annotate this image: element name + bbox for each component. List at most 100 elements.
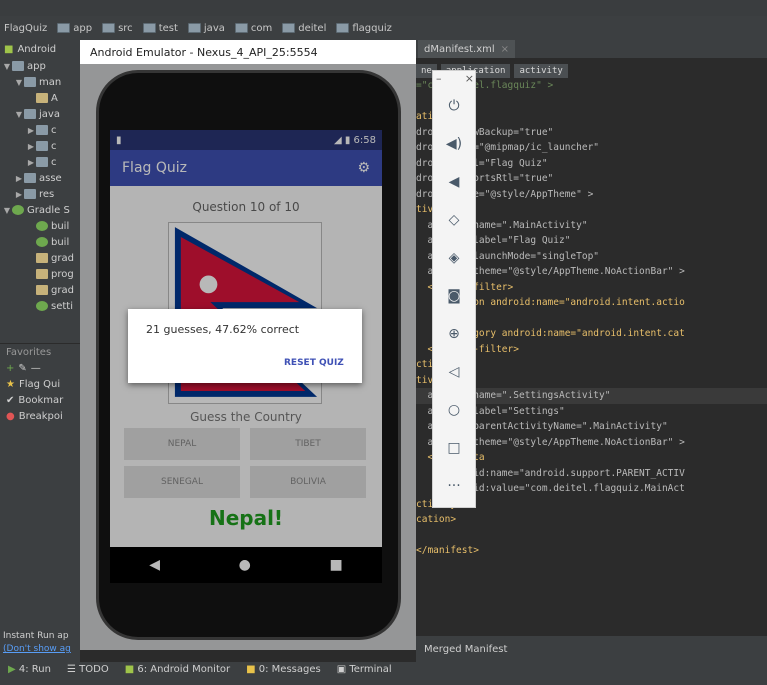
terminal-tool-button[interactable]: ▣ Terminal	[337, 664, 392, 675]
camera-icon[interactable]: ◙	[440, 284, 468, 308]
expand-toggle-icon[interactable]: ▶	[14, 190, 24, 199]
volume-up-icon[interactable]: ◀)	[440, 132, 468, 156]
tool-label: Terminal	[349, 664, 392, 675]
tool-label: 0: Messages	[258, 664, 321, 675]
code-line: cation>	[416, 514, 457, 525]
breadcrumb-src[interactable]: src	[102, 23, 133, 34]
dont-show-again-link[interactable]: (Don't show ag	[3, 643, 77, 656]
volume-down-icon[interactable]: ◀	[440, 170, 468, 194]
expand-toggle-icon[interactable]: ▼	[14, 110, 24, 119]
tree-item[interactable]: A	[0, 90, 80, 106]
check-icon: ✔	[6, 394, 15, 406]
tree-item[interactable]: buil	[0, 234, 80, 250]
add-icon[interactable]: +	[6, 363, 14, 374]
ide-status-bar	[0, 677, 767, 685]
project-view-selector[interactable]: ■ Android	[0, 40, 80, 58]
remove-icon[interactable]: —	[31, 363, 41, 374]
tree-item[interactable]: prog	[0, 266, 80, 282]
instant-run-notice: Instant Run ap (Don't show ag	[0, 628, 80, 662]
breadcrumb-java[interactable]: java	[187, 22, 225, 34]
quiz-result-dialog	[128, 309, 362, 383]
tree-item[interactable]: ▶ c	[0, 138, 80, 154]
expand-toggle-icon[interactable]: ▼	[14, 78, 24, 87]
breadcrumb-deitel[interactable]: deitel	[282, 23, 326, 34]
tree-item-label: java	[39, 108, 60, 120]
tree-item[interactable]: ▶ res	[0, 186, 80, 202]
more-icon[interactable]: ···	[440, 474, 468, 498]
tab-label: dManifest.xml	[424, 43, 495, 55]
tree-item[interactable]: ▼ java	[0, 106, 80, 122]
breadcrumb-app[interactable]: app	[57, 23, 92, 34]
close-icon[interactable]: ×	[501, 44, 509, 55]
tab-merged-manifest[interactable]: Merged Manifest	[416, 636, 767, 662]
favorites-panel: Favorites + ✎ — ★ Flag Qui ✔ Bookmar ● Breakp…	[0, 343, 80, 628]
tree-item[interactable]: setti	[0, 298, 80, 314]
tab-android-manifest[interactable]: dManifest.xml ×	[418, 40, 516, 58]
ide-title-strip	[0, 0, 767, 16]
tree-item-label: c	[51, 124, 57, 136]
star-icon: ★	[6, 378, 15, 390]
expand-toggle-icon[interactable]: ▶	[26, 158, 36, 167]
zoom-icon[interactable]: ⊕	[440, 322, 468, 346]
tree-item[interactable]: buil	[0, 218, 80, 234]
tree-item-label: buil	[51, 220, 70, 232]
breadcrumb-label: java	[203, 22, 225, 34]
home-icon[interactable]: ○	[440, 398, 468, 422]
run-tool-button[interactable]: ▶ 4: Run	[8, 664, 51, 675]
rotate-left-icon[interactable]: ◇	[440, 208, 468, 232]
rotate-right-icon[interactable]: ◈	[440, 246, 468, 270]
tool-label: 6: Android Monitor	[137, 664, 231, 675]
tree-item[interactable]: grad	[0, 282, 80, 298]
folder-icon	[24, 109, 36, 119]
android-monitor-tool-button[interactable]: ■ 6: Android Monitor	[125, 664, 230, 675]
emulator-title-bar[interactable]: Android Emulator - Nexus_4_API_25:5554	[80, 40, 416, 64]
breadcrumb-test[interactable]: test	[142, 23, 178, 34]
merged-manifest-label: Merged Manifest	[424, 643, 508, 655]
overview-icon[interactable]: □	[440, 436, 468, 460]
breadcrumb-flagquiz-package[interactable]: flagquiz	[336, 23, 392, 34]
tree-item[interactable]: ▶ c	[0, 154, 80, 170]
emulator-title: Android Emulator - Nexus_4_API_25:5554	[90, 45, 318, 59]
favorite-item[interactable]: ✔ Bookmar	[0, 392, 80, 408]
folder-icon	[187, 23, 201, 33]
expand-toggle-icon[interactable]: ▼	[2, 206, 12, 215]
breadcrumb-label: deitel	[298, 22, 327, 34]
tool-label: 4: Run	[18, 664, 51, 675]
breadcrumb-label: com	[250, 22, 273, 34]
favorite-item[interactable]: ● Breakpoi	[0, 408, 80, 424]
tree-item[interactable]: grad	[0, 250, 80, 266]
favorites-title: Favorites	[6, 346, 52, 358]
expand-toggle-icon[interactable]: ▼	[2, 62, 12, 71]
gradle-icon	[12, 205, 24, 215]
favorite-item[interactable]: ★ Flag Qui	[0, 376, 80, 392]
tree-item[interactable]: ▼ app	[0, 58, 80, 74]
tree-item-label: c	[51, 156, 57, 168]
edit-icon[interactable]: ✎	[18, 363, 26, 374]
expand-toggle-icon[interactable]: ▶	[26, 126, 36, 135]
gradle-icon	[36, 237, 48, 247]
messages-tool-button[interactable]: ■ 0: Messages	[246, 664, 321, 675]
tree-item[interactable]: ▼ man	[0, 74, 80, 90]
reset-quiz-button[interactable]: RESET QUIZ	[284, 358, 344, 368]
gradle-icon	[36, 221, 48, 231]
tree-item[interactable]: ▶ asse	[0, 170, 80, 186]
folder-icon	[282, 23, 296, 33]
android-icon: ■	[4, 43, 14, 55]
tree-item[interactable]: ▶ c	[0, 122, 80, 138]
breadcrumb-flagquiz[interactable]: FlagQuiz	[4, 23, 47, 34]
close-icon[interactable]: ×	[465, 72, 474, 85]
terminal-icon: ▣	[336, 664, 347, 675]
xml-breadcrumb-activity[interactable]: activity	[514, 64, 568, 78]
breadcrumb-label: src	[118, 22, 133, 34]
power-icon[interactable]: ⏻	[440, 94, 468, 118]
todo-tool-button[interactable]: ☰ TODO	[67, 664, 109, 675]
breadcrumb-com[interactable]: com	[234, 22, 273, 34]
back-icon[interactable]: ◁	[440, 360, 468, 384]
minimize-icon[interactable]: –	[436, 72, 442, 85]
expand-toggle-icon[interactable]: ▶	[14, 174, 24, 183]
tree-item[interactable]: ▼ Gradle S	[0, 202, 80, 218]
expand-toggle-icon[interactable]: ▶	[26, 142, 36, 151]
file-icon	[36, 285, 48, 295]
project-view-label: Android	[17, 43, 57, 55]
